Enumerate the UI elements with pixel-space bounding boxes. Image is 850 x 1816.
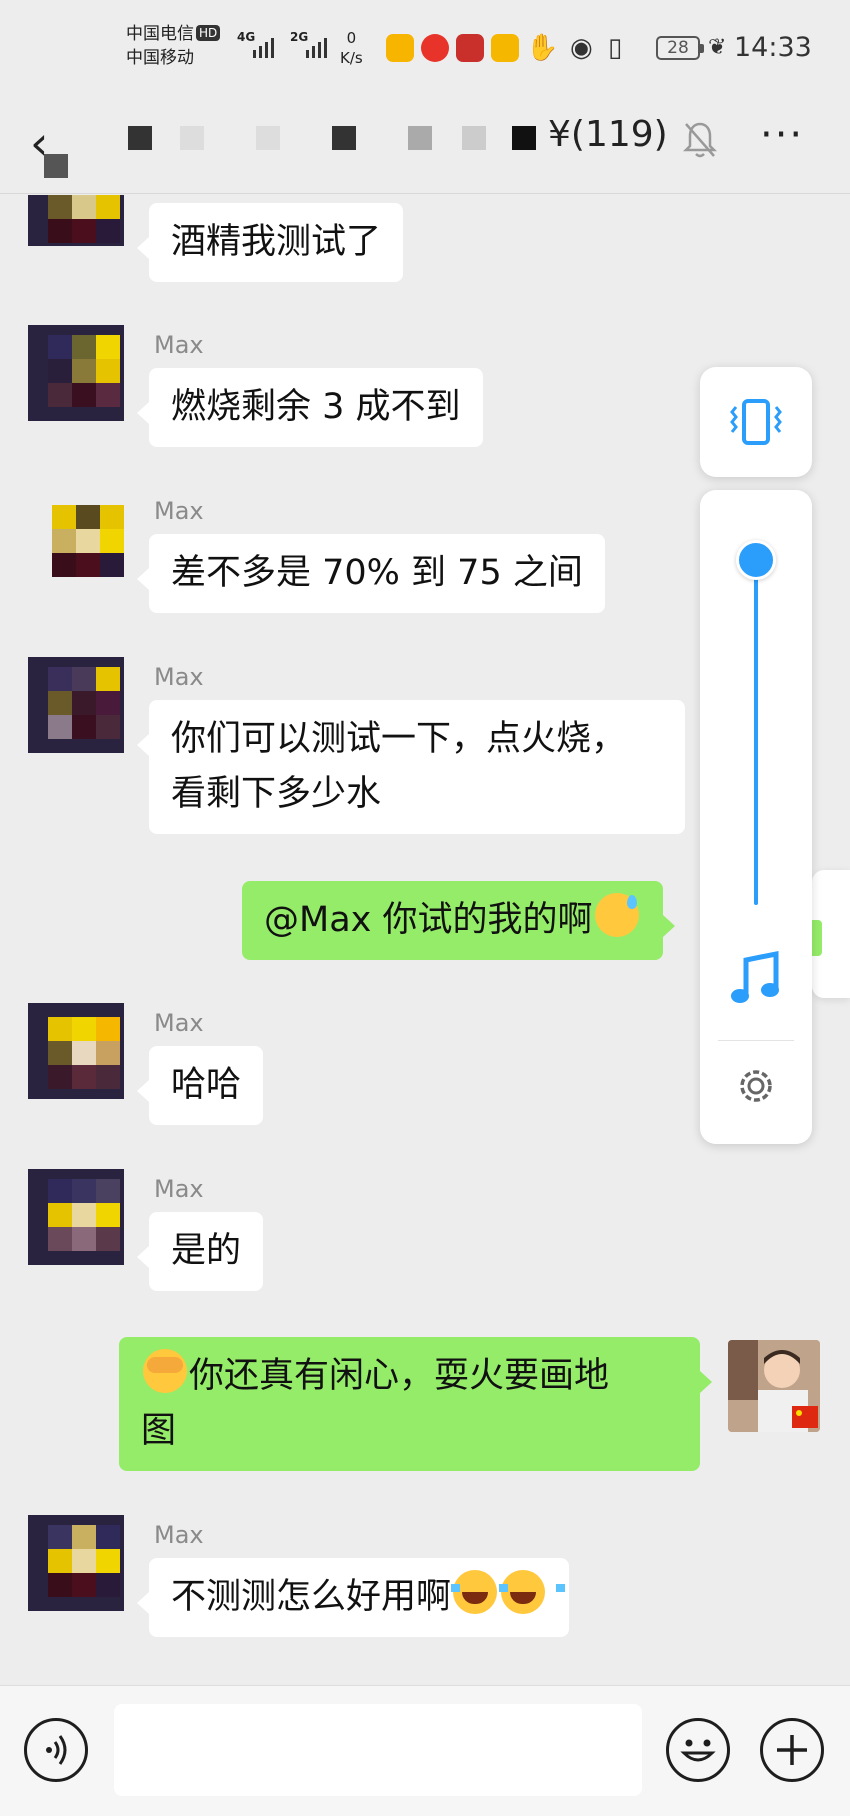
- plus-icon[interactable]: [760, 1718, 824, 1782]
- message-input[interactable]: [114, 1704, 642, 1796]
- music-note-icon[interactable]: [728, 950, 784, 1010]
- message-text: 哈哈: [171, 1065, 242, 1105]
- message-text-line: 图: [141, 1411, 177, 1451]
- tears-of-joy-emoji: [451, 1570, 518, 1614]
- message-text-line: 你还真有闲心，耍火要画地: [189, 1356, 610, 1396]
- child-photo: [728, 1340, 820, 1432]
- signal-bars-icon: [253, 36, 274, 58]
- carrier-1: 中国电信: [126, 24, 194, 44]
- self-avatar[interactable]: [728, 1340, 820, 1432]
- leaf-icon: ❦: [708, 35, 727, 60]
- redacted-block: [128, 126, 152, 150]
- divider: [718, 1040, 794, 1041]
- avatar[interactable]: [28, 195, 124, 246]
- message-bubble[interactable]: 是的: [136, 1212, 264, 1291]
- more-icon[interactable]: ···: [760, 112, 804, 158]
- message-bubble[interactable]: 酒精我测试了: [136, 203, 404, 282]
- face-covering-emoji: [143, 1349, 187, 1393]
- message-bubble[interactable]: 差不多是 70% 到 75 之间: [137, 534, 605, 613]
- battery-icon: 28: [656, 36, 704, 60]
- avatar[interactable]: [28, 1003, 124, 1099]
- redacted-block: [332, 126, 356, 150]
- avatar[interactable]: [28, 1169, 124, 1265]
- redacted-block: [512, 126, 536, 150]
- message-text: 差不多是 70% 到 75 之间: [171, 553, 583, 593]
- message-text: 不测测怎么好用啊: [171, 1577, 452, 1617]
- net-speed-unit: K/s: [340, 49, 363, 67]
- volume-slider-fill: [754, 560, 758, 905]
- sender-name: Max: [154, 1175, 204, 1203]
- sender-name: Max: [154, 497, 204, 525]
- settings-gear-icon[interactable]: [732, 1062, 780, 1110]
- bell-muted-icon[interactable]: [683, 120, 717, 160]
- alipay-app-icon: [421, 34, 449, 62]
- red-app-icon: [456, 34, 484, 62]
- eye-icon: ◉: [570, 33, 593, 63]
- input-bar: [0, 1685, 850, 1816]
- avatar[interactable]: [28, 491, 124, 587]
- chat-title: ¥(119): [548, 114, 668, 155]
- voice-waves: [46, 1735, 67, 1765]
- message-bubble[interactable]: 燃烧剩余 3 成不到: [137, 368, 483, 447]
- plus-sign: [777, 1735, 807, 1765]
- tears-of-joy-emoji: [499, 1570, 566, 1614]
- message-bubble[interactable]: 不测测怎么好用啊: [136, 1558, 570, 1637]
- carrier-2: 中国移动: [126, 48, 194, 68]
- redacted-block: [462, 126, 486, 150]
- volume-slider-knob[interactable]: [736, 540, 776, 580]
- redacted-block: [408, 126, 432, 150]
- volume-slider[interactable]: [754, 560, 758, 905]
- hd-badge: HD: [196, 25, 221, 41]
- sender-name: Max: [154, 1521, 204, 1549]
- message-bubble[interactable]: 你还真有闲心，耍火要画地 图: [119, 1337, 712, 1471]
- sender-name: Max: [154, 663, 204, 691]
- emoji-icon[interactable]: [666, 1718, 730, 1782]
- mail-app-icon: [491, 34, 519, 62]
- sender-name: Max: [154, 1009, 204, 1037]
- redacted-block: [256, 126, 280, 150]
- message-bubble[interactable]: 哈哈: [136, 1046, 264, 1125]
- net-speed-value: 0: [346, 29, 357, 47]
- partial-side-card: [812, 870, 850, 998]
- message-text-line: 看剩下多少水: [171, 774, 382, 814]
- clock: 14:33: [734, 32, 812, 63]
- avatar[interactable]: [28, 325, 124, 421]
- net-speed: 0 K/s: [340, 28, 363, 68]
- message-text: 是的: [171, 1231, 242, 1271]
- redacted-block: [180, 126, 204, 150]
- voice-icon[interactable]: [24, 1718, 88, 1782]
- chat-navbar: ‹ ¥(119) ···: [0, 98, 850, 194]
- sweat-face-emoji: [594, 893, 639, 937]
- message-bubble[interactable]: 你们可以测试一下，点火烧， 看剩下多少水: [137, 700, 685, 834]
- vibrate-mode-button[interactable]: [700, 367, 812, 477]
- sender-name: Max: [154, 331, 204, 359]
- carrier-info: 中国电信 HD 中国移动: [126, 22, 221, 70]
- message-text: 酒精我测试了: [171, 222, 382, 262]
- message-text: 燃烧剩余 3 成不到: [171, 387, 461, 427]
- hand-icon: ✋: [526, 33, 559, 63]
- message-text: @Max 你试的我的啊: [264, 900, 593, 940]
- volume-panel: [700, 490, 812, 1144]
- message-bubble[interactable]: @Max 你试的我的啊: [242, 881, 674, 960]
- vibrate-icon: ▯: [608, 33, 623, 63]
- redacted-block: [44, 154, 68, 178]
- status-bar: 中国电信 HD 中国移动 4G 2G 0 K/s ✋ ◉ ▯ 28 ❦ 14:33: [0, 0, 850, 98]
- vibrate-mode-icon: [730, 399, 782, 445]
- avatar[interactable]: [28, 1515, 124, 1611]
- meituan-app-icon: [386, 34, 414, 62]
- signal-bars-icon: [306, 36, 327, 58]
- battery-level: 28: [667, 38, 689, 58]
- message-text-line: 你们可以测试一下，点火烧，: [171, 719, 627, 759]
- avatar[interactable]: [28, 657, 124, 753]
- smiley-face: [680, 1739, 716, 1762]
